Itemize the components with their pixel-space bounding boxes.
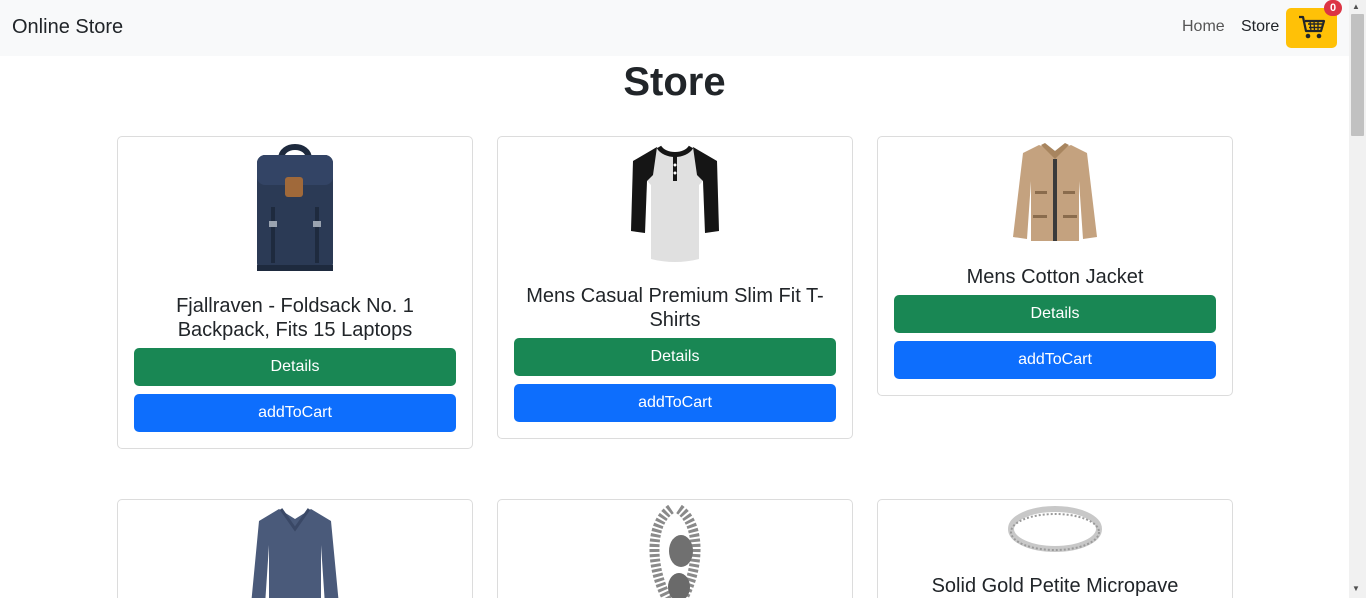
product-image xyxy=(878,141,1232,243)
long-sleeve-shirt-image xyxy=(251,508,339,598)
product-title: Solid Gold Petite Micropave xyxy=(931,575,1179,597)
product-card: Mens Casual Premium Slim Fit T-Shirts De… xyxy=(497,136,853,439)
details-button[interactable]: Details xyxy=(134,348,456,386)
bracelet-image xyxy=(649,505,701,598)
backpack-image xyxy=(257,144,333,271)
nav-home-link[interactable]: Home xyxy=(1182,18,1225,36)
product-image xyxy=(878,505,1232,555)
add-to-cart-button[interactable]: addToCart xyxy=(894,341,1216,379)
nav-store-link[interactable]: Store xyxy=(1241,18,1279,36)
t-shirt-image xyxy=(631,145,719,262)
product-image xyxy=(118,505,472,598)
details-button[interactable]: Details xyxy=(894,295,1216,333)
add-to-cart-button[interactable]: addToCart xyxy=(514,384,836,422)
cart-count-badge: 0 xyxy=(1324,0,1342,16)
product-title: Mens Cotton Jacket xyxy=(966,266,1144,288)
page-title: Store xyxy=(623,60,726,104)
scrollbar-thumb[interactable] xyxy=(1351,14,1364,136)
product-title: Mens Casual Premium Slim Fit T-Shirts xyxy=(526,285,824,331)
navbar: Online Store Home Store xyxy=(0,0,1349,56)
add-to-cart-button[interactable]: addToCart xyxy=(134,394,456,432)
product-card: Fjallraven - Foldsack No. 1 Backpack, Fi… xyxy=(117,136,473,449)
product-image xyxy=(498,141,852,263)
product-image xyxy=(498,505,852,598)
jacket-image xyxy=(1013,143,1097,241)
scroll-down-arrow-icon[interactable]: ▼ xyxy=(1352,584,1360,593)
product-title: Fjallraven - Foldsack No. 1 Backpack, Fi… xyxy=(176,295,414,341)
product-card: Solid Gold Petite Micropave xyxy=(877,499,1233,598)
scroll-up-arrow-icon[interactable]: ▲ xyxy=(1352,2,1360,11)
product-card xyxy=(497,499,853,598)
details-button[interactable]: Details xyxy=(514,338,836,376)
ring-image xyxy=(1008,506,1102,552)
brand-link[interactable]: Online Store xyxy=(12,16,123,39)
product-card: Mens Cotton Jacket Details addToCart xyxy=(877,136,1233,396)
product-card xyxy=(117,499,473,598)
cart-icon xyxy=(1298,15,1325,39)
product-image xyxy=(118,141,472,273)
